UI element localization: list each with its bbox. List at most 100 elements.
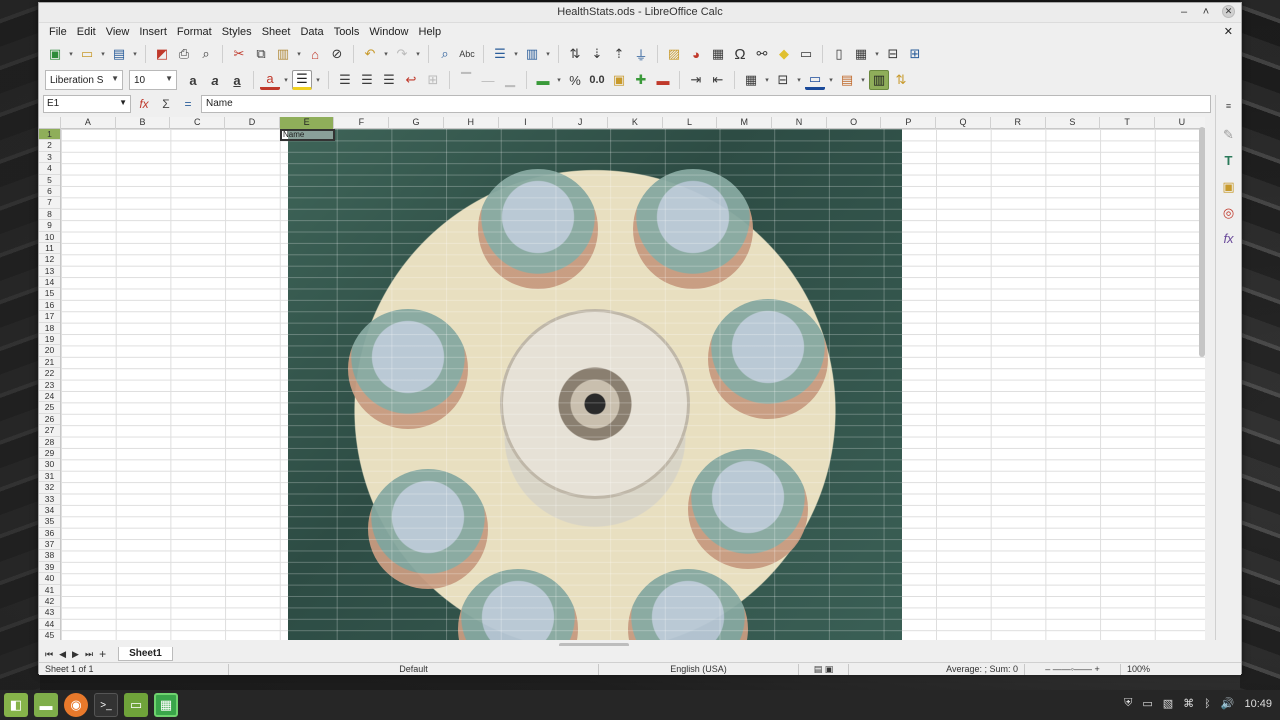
spreadsheet-grid[interactable]: ABCDEFGHIJKLMNOPQRSTU 1 2 3 4 5 6 7 8 9 10 11 12 13 1… [39, 117, 1205, 640]
row-header-4[interactable]: 4 [39, 163, 60, 175]
border-style-dropdown-icon[interactable]: ▾ [795, 70, 803, 90]
underline-icon[interactable]: a [227, 70, 247, 90]
start-menu-icon[interactable]: ◧ [4, 693, 28, 717]
borders-dropdown-icon[interactable]: ▾ [763, 70, 771, 90]
column-header-h[interactable]: H [444, 117, 499, 129]
pivot-table-icon[interactable]: ▦ [708, 44, 728, 64]
column-header-k[interactable]: K [608, 117, 663, 129]
column-header-c[interactable]: C [170, 117, 226, 129]
prev-sheet-icon[interactable]: ◀ [59, 649, 66, 660]
row-header-1[interactable]: 1 [39, 129, 60, 141]
undo-icon[interactable]: ↶ [360, 44, 380, 64]
border-color-dropdown-icon[interactable]: ▾ [827, 70, 835, 90]
column-header-r[interactable]: R [991, 117, 1046, 129]
align-right-icon[interactable]: ☰ [379, 70, 399, 90]
decrease-indent-icon[interactable]: ⇤ [708, 70, 728, 90]
column-header-n[interactable]: N [772, 117, 827, 129]
row-header-7[interactable]: 7 [39, 197, 60, 209]
sidebar-menu-icon[interactable]: ≡ [1220, 101, 1238, 119]
sheet-tab[interactable]: Sheet1 [118, 647, 173, 661]
headers-footers-icon[interactable]: ▭ [796, 44, 816, 64]
row-header-37[interactable]: 37 [39, 539, 60, 551]
minimize-button[interactable]: – [1178, 6, 1190, 18]
row-header-9[interactable]: 9 [39, 220, 60, 232]
row-header-6[interactable]: 6 [39, 186, 60, 198]
save-dropdown-icon[interactable]: ▾ [131, 44, 139, 64]
redo-icon[interactable]: ↷ [392, 44, 412, 64]
find-replace-icon[interactable]: ⌕ [435, 44, 455, 64]
toggle-grid-lines-icon[interactable]: ▥ [869, 70, 889, 90]
row-header-40[interactable]: 40 [39, 573, 60, 585]
column-header-j[interactable]: J [553, 117, 608, 129]
styles-icon[interactable]: T [1220, 153, 1238, 171]
clipboard-icon[interactable]: ▧ [1163, 697, 1173, 710]
undo-dropdown-icon[interactable]: ▾ [382, 44, 390, 64]
menu-tools[interactable]: Tools [329, 26, 365, 38]
row-header-18[interactable]: 18 [39, 323, 60, 335]
row-header-35[interactable]: 35 [39, 516, 60, 528]
new-dropdown-icon[interactable]: ▾ [67, 44, 75, 64]
language[interactable]: English (USA) [599, 663, 799, 675]
row-header-22[interactable]: 22 [39, 368, 60, 380]
row-header-14[interactable]: 14 [39, 277, 60, 289]
zoom-level[interactable]: 100% [1121, 664, 1156, 675]
merge-center-icon[interactable]: ⊞ [423, 70, 443, 90]
wrap-text-icon[interactable]: ↩ [401, 70, 421, 90]
insert-image-icon[interactable]: ▨ [664, 44, 684, 64]
freeze-dropdown-icon[interactable]: ▾ [873, 44, 881, 64]
column-header-a[interactable]: A [61, 117, 116, 129]
open-icon[interactable]: ▭ [77, 44, 97, 64]
conditional-format-icon[interactable]: ▤ [837, 70, 857, 90]
menu-help[interactable]: Help [414, 26, 447, 38]
column-header-m[interactable]: M [717, 117, 773, 129]
row-header-30[interactable]: 30 [39, 459, 60, 471]
currency-format-icon[interactable]: ▬ [533, 70, 553, 90]
special-character-icon[interactable]: Ω [730, 44, 750, 64]
open-dropdown-icon[interactable]: ▾ [99, 44, 107, 64]
redo-dropdown-icon[interactable]: ▾ [414, 44, 422, 64]
row-header-10[interactable]: 10 [39, 232, 60, 243]
bluetooth-icon[interactable]: ᛒ [1204, 698, 1211, 710]
number-format-icon[interactable]: 0.0 [587, 70, 607, 90]
borders-icon[interactable]: ▦ [741, 70, 761, 90]
volume-icon[interactable]: 🔊 [1221, 697, 1235, 710]
selection-summary[interactable]: Average: ; Sum: 0 [849, 663, 1025, 675]
navigator-icon[interactable]: ◎ [1220, 205, 1238, 223]
files-icon[interactable]: ▭ [124, 693, 148, 717]
column-header-b[interactable]: B [116, 117, 171, 129]
last-sheet-icon[interactable]: ⏭ [85, 649, 93, 660]
export-pdf-icon[interactable]: ◩ [152, 44, 172, 64]
document-close-icon[interactable]: ✕ [1224, 25, 1233, 38]
sort-ascending-icon[interactable]: ⇡ [609, 44, 629, 64]
functions-icon[interactable]: fx [1220, 231, 1238, 249]
first-sheet-icon[interactable]: ⏮ [45, 649, 53, 660]
row-icon[interactable]: ☰ [490, 44, 510, 64]
increase-indent-icon[interactable]: ⇥ [686, 70, 706, 90]
row-header-29[interactable]: 29 [39, 448, 60, 460]
zoom-slider[interactable]: – ——◦—— + [1025, 663, 1121, 675]
menu-file[interactable]: File [44, 26, 72, 38]
row-header-36[interactable]: 36 [39, 528, 60, 540]
row-header-28[interactable]: 28 [39, 437, 60, 448]
freeze-rows-columns-icon[interactable]: ▦ [851, 44, 871, 64]
row-header-8[interactable]: 8 [39, 209, 60, 221]
show-desktop-icon[interactable]: ▬ [34, 693, 58, 717]
maximize-button[interactable]: ˄ [1200, 6, 1212, 18]
sum-icon[interactable]: Σ [157, 97, 175, 111]
clone-formatting-icon[interactable]: ⌂ [305, 44, 325, 64]
column-header-g[interactable]: G [389, 117, 444, 129]
row-header-13[interactable]: 13 [39, 266, 60, 278]
column-header-e[interactable]: E [279, 117, 335, 129]
row-header-27[interactable]: 27 [39, 425, 60, 437]
row-header-34[interactable]: 34 [39, 505, 60, 517]
column-header-l[interactable]: L [663, 117, 718, 129]
column-header-q[interactable]: Q [936, 117, 991, 129]
autofilter-icon[interactable]: ⏚ [631, 44, 651, 64]
border-style-icon[interactable]: ⊟ [773, 70, 793, 90]
add-decimal-icon[interactable]: ✚ [631, 70, 651, 90]
percent-format-icon[interactable]: % [565, 70, 585, 90]
copy-icon[interactable]: ⧉ [251, 44, 271, 64]
formula-icon[interactable]: = [179, 97, 197, 111]
menu-edit[interactable]: Edit [72, 26, 101, 38]
print-preview-icon[interactable]: ⌕ [196, 44, 216, 64]
